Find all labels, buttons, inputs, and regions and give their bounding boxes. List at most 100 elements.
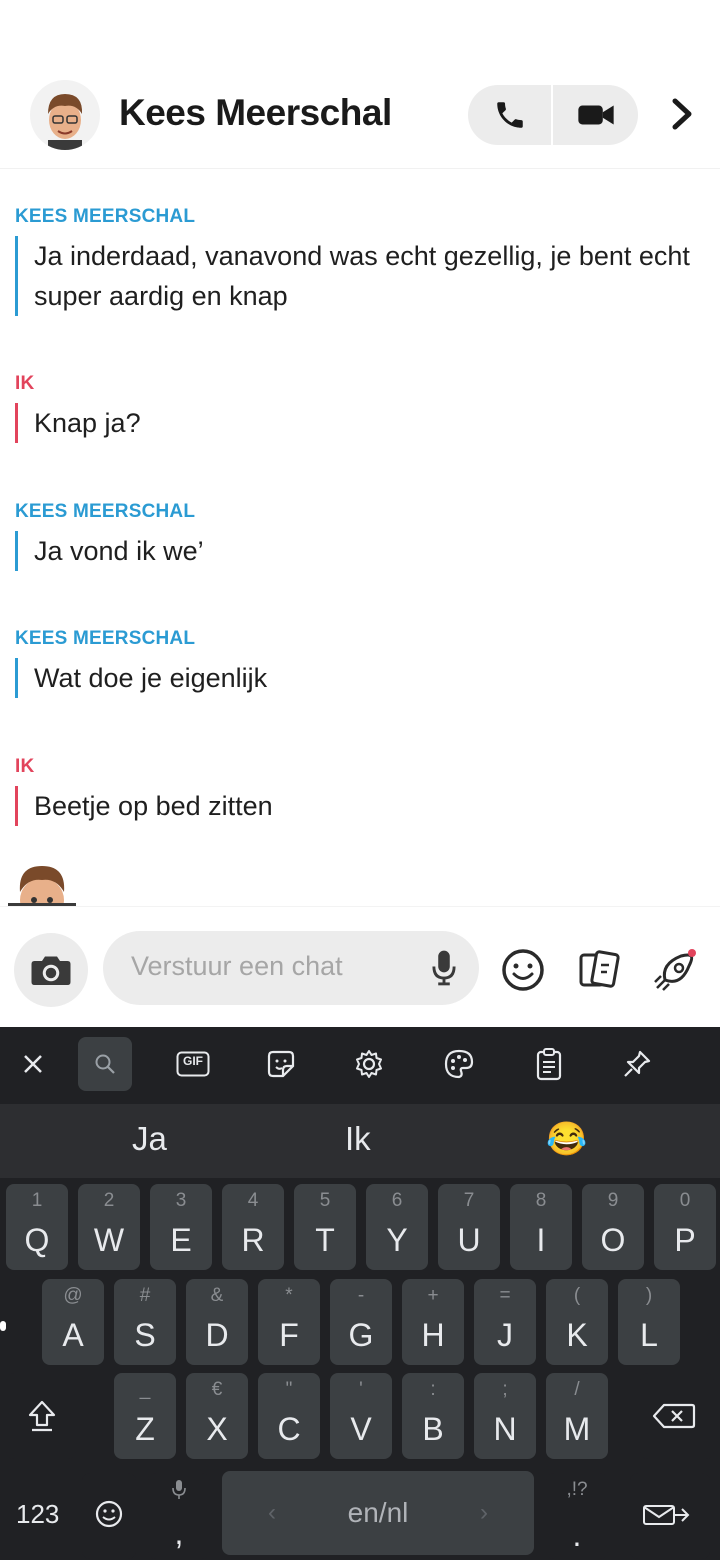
key-d[interactable]: & D [186,1279,248,1365]
keyboard-settings-button[interactable] [342,1037,396,1091]
key-letter: H [421,1317,445,1353]
stickers-button[interactable] [574,945,624,995]
palette-icon [444,1049,474,1079]
key-l[interactable]: ) L [618,1279,680,1365]
call-actions [468,85,638,145]
message-item: KEES MEERSCHAL Ja inderdaad, vanavond wa… [15,206,715,316]
key-hint: 1 [31,1190,43,1211]
key-hint: € [211,1379,223,1400]
comma-key[interactable]: , [148,1473,210,1559]
key-f[interactable]: * F [258,1279,320,1365]
send-icon [643,1505,690,1525]
key-c[interactable]: " C [258,1373,320,1459]
key-hint: 7 [463,1190,475,1211]
games-button[interactable] [650,945,700,995]
key-j[interactable]: = J [474,1279,536,1365]
emoji-button[interactable] [498,945,548,995]
bitmoji-avatar-icon [48,94,83,150]
emoji-key[interactable] [82,1473,136,1559]
enter-key[interactable] [630,1473,710,1559]
key-w[interactable]: 2W [78,1184,140,1270]
key-v[interactable]: ' V [330,1373,392,1459]
phone-icon [497,102,523,128]
key-hint: 2 [103,1190,115,1211]
key-k[interactable]: (K [546,1279,608,1365]
message-text[interactable]: Ja vond ik we’ [15,531,715,571]
edge-indicator [0,1321,6,1331]
message-text[interactable]: Beetje op bed zitten [15,786,715,826]
pin-button[interactable] [610,1037,664,1091]
message-text[interactable]: Knap ja? [15,403,715,443]
message-sender: KEES MEERSCHAL [15,628,196,649]
key-z[interactable]: _ Z [114,1373,176,1459]
key-y[interactable]: 6Y [366,1184,428,1270]
contact-avatar[interactable] [30,80,100,150]
key-e[interactable]: 3E [150,1184,212,1270]
space-key[interactable]: ‹ en/nl › [222,1471,534,1555]
key-r[interactable]: 4R [222,1184,284,1270]
sticker-button[interactable] [254,1037,308,1091]
key-p[interactable]: 0P [654,1184,716,1270]
key-g[interactable]: -G [330,1279,392,1365]
message-text[interactable]: Ja inderdaad, vanavond was echt gezellig… [15,236,715,316]
key-i[interactable]: 8I [510,1184,572,1270]
message-sender: KEES MEERSCHAL [15,206,196,227]
soft-keyboard: GIF Ja Ik 😂 1 Q 2 W 3 E 4 R 5 T 6 Y 7 U 8 I 9 O 0 P @ A # S & D * F… [0,1027,720,1560]
key-hint: = [499,1285,511,1306]
key-t[interactable]: 5T [294,1184,356,1270]
key-letter: G [348,1317,374,1353]
key-x[interactable]: € X [186,1373,248,1459]
key-h[interactable]: + H [402,1279,464,1365]
key-hint: + [427,1285,439,1306]
key-s[interactable]: # S [114,1279,176,1365]
key-letter: N [493,1411,517,1447]
shift-icon [28,1400,56,1432]
key-hint: 4 [247,1190,259,1211]
suggestion-item[interactable]: Ja [132,1120,167,1158]
key-letter: J [497,1317,513,1353]
message-sender: IK [15,373,35,394]
key-hint: ; [502,1379,508,1400]
key-letter: R [241,1222,265,1258]
key-letter: C [277,1411,301,1447]
keyboard-smiley-icon [95,1500,123,1528]
key-hint: - [357,1285,365,1306]
backspace-icon [652,1403,696,1429]
right-arrow-icon: › [480,1499,488,1526]
key-letter: Y [386,1222,408,1258]
theme-button[interactable] [432,1037,486,1091]
period-label: . [572,1517,582,1553]
key-letter: L [640,1317,658,1353]
key-m[interactable]: / M [546,1373,608,1459]
key-a[interactable]: @ A [42,1279,104,1365]
video-call-button[interactable] [554,85,638,145]
key-q[interactable]: 1Q [6,1184,68,1270]
period-hint: ,!? [566,1479,588,1500]
backspace-key[interactable] [640,1373,714,1459]
suggestion-item[interactable]: Ik [345,1120,371,1158]
voice-note-button[interactable] [431,949,457,992]
clipboard-button[interactable] [522,1037,576,1091]
keyboard-search-button[interactable] [78,1037,132,1091]
period-key[interactable]: ,!? . [546,1473,608,1559]
suggestion-emoji[interactable]: 😂 [546,1120,587,1159]
voice-call-button[interactable] [468,85,552,145]
key-letter: Z [135,1411,155,1447]
gif-button[interactable]: GIF [166,1037,220,1091]
key-letter: T [315,1222,335,1258]
key-hint: 9 [607,1190,619,1211]
chat-input[interactable]: Verstuur een chat [103,931,479,1005]
camera-button[interactable] [14,933,88,1007]
key-u[interactable]: 7U [438,1184,500,1270]
key-o[interactable]: 9O [582,1184,644,1270]
shift-key[interactable] [6,1373,76,1459]
key-hint: / [574,1379,580,1400]
message-text[interactable]: Wat doe je eigenlijk [15,658,715,698]
pin-icon [624,1050,651,1077]
more-button[interactable] [660,92,704,136]
close-keyboard-button[interactable] [6,1037,60,1091]
key-n[interactable]: ; N [474,1373,536,1459]
contact-name[interactable]: Kees Meerschal [119,92,392,134]
numbers-key[interactable]: 123 [16,1499,59,1530]
key-b[interactable]: :B [402,1373,464,1459]
